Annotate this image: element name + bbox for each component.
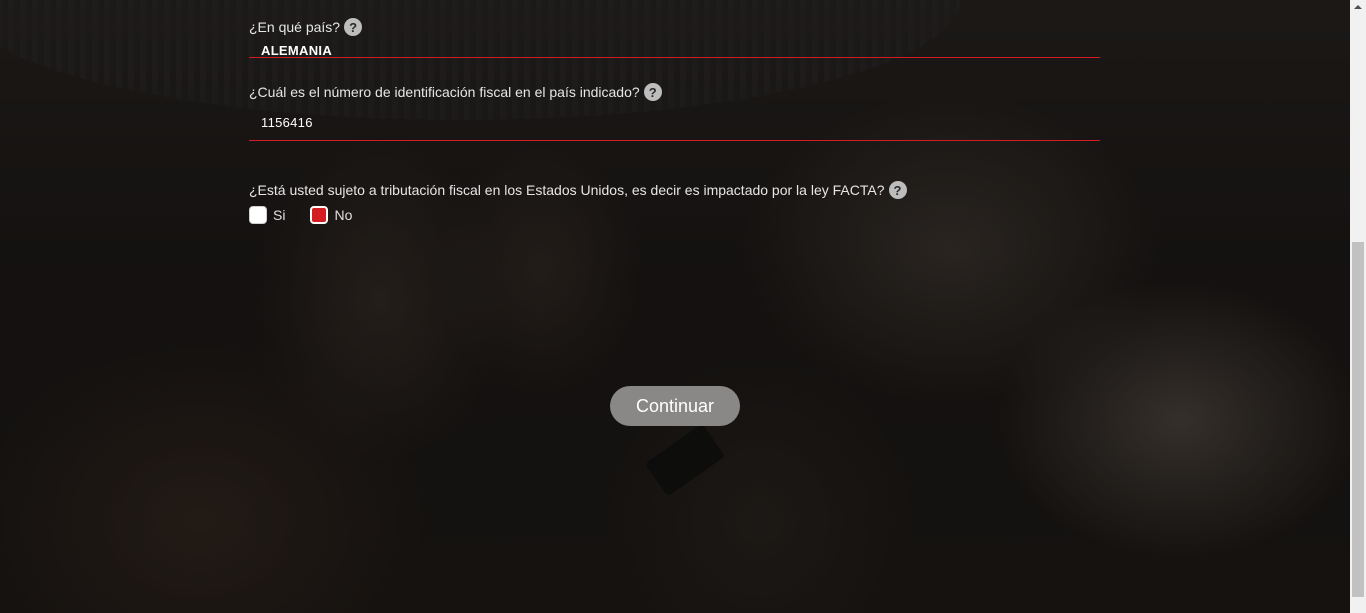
continue-button[interactable]: Continuar [610,386,740,426]
dark-overlay [0,0,1350,613]
checkbox-si[interactable] [249,206,267,224]
background-photo [0,0,1350,613]
country-label: ¿En qué país? [249,19,341,35]
scroll-up-arrow-icon[interactable] [1354,5,1362,9]
option-no-label: No [334,207,353,223]
country-input[interactable] [249,43,1099,58]
tax-id-label-row: ¿Cuál es el número de identificación fis… [249,83,662,101]
option-si-label: Si [273,207,286,223]
tax-id-field[interactable] [249,114,1100,132]
help-icon[interactable]: ? [643,83,662,101]
country-underline [249,57,1100,58]
tax-id-underline [249,140,1100,141]
country-label-row: ¿En qué país? ? [249,18,363,36]
help-icon[interactable]: ? [344,18,363,36]
facta-label: ¿Está usted sujeto a tributación fiscal … [249,182,885,198]
scrollbar[interactable] [1350,0,1366,613]
tax-id-label: ¿Cuál es el número de identificación fis… [249,84,640,100]
checkbox-no[interactable] [310,206,329,224]
facta-options: Si No [249,206,377,224]
option-no[interactable]: No [310,206,352,224]
scroll-thumb[interactable] [1352,242,1364,597]
help-icon[interactable]: ? [888,181,907,199]
option-si[interactable]: Si [249,206,285,224]
facta-label-row: ¿Está usted sujeto a tributación fiscal … [249,181,907,199]
tax-id-input[interactable] [249,115,1099,130]
